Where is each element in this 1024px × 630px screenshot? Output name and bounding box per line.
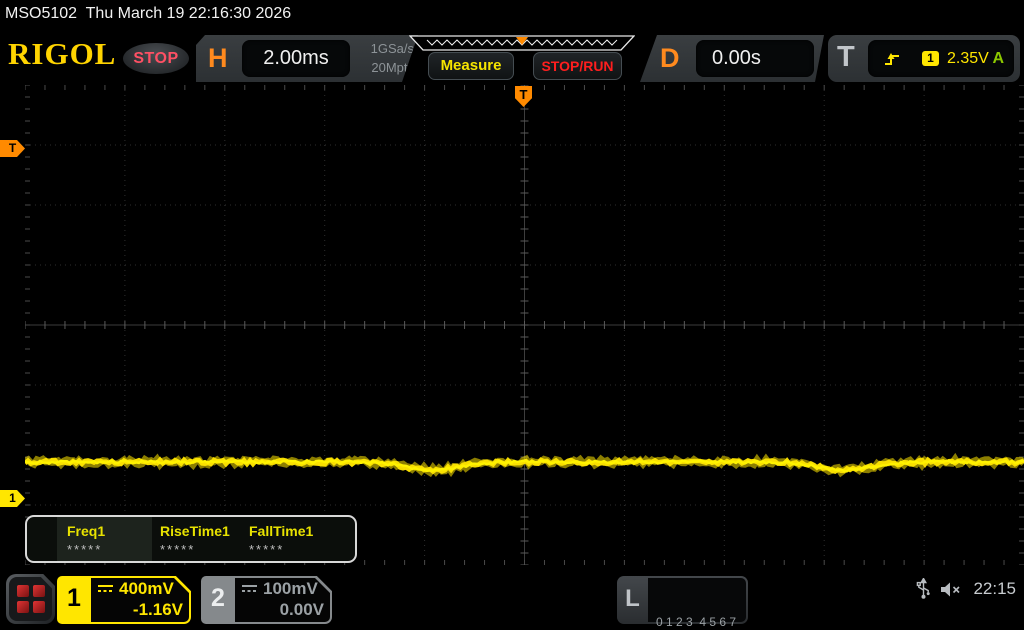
graticule-grid <box>25 85 1024 565</box>
trigger-info-box[interactable]: 1 2.35V A <box>868 40 1014 77</box>
header-bar: RIGOL STOP H 2.00ms 1GSa/s 20Mpts Measur… <box>0 30 1024 84</box>
channel1-offset: -1.16V <box>132 600 183 619</box>
model-and-datetime: MSO5102 Thu March 19 22:16:30 2026 <box>5 5 292 22</box>
horizontal-position-preview[interactable] <box>409 35 635 52</box>
trigger-level-marker[interactable]: T <box>0 140 25 157</box>
timebase-value: 2.00ms <box>263 47 329 69</box>
measurement-label: FallTime1 <box>249 523 314 539</box>
horizontal-label: H <box>208 43 228 73</box>
delay-widget[interactable]: D 0.00s <box>640 35 824 82</box>
rigol-logo: RIGOL <box>8 36 117 71</box>
system-clock: 22:15 <box>973 579 1016 598</box>
measurement-panel[interactable]: Freq1 ***** RiseTime1 ***** FallTime1 **… <box>25 515 357 563</box>
channel2-scale: 100mV <box>263 579 318 598</box>
measurement-falltime1[interactable]: FallTime1 ***** <box>249 517 341 561</box>
ch1-ground-marker[interactable]: 1 <box>0 490 25 507</box>
trigger-label: T <box>837 41 855 73</box>
delay-value: 0.00s <box>712 47 761 69</box>
quick-menu-button[interactable] <box>6 574 55 624</box>
grid-menu-icon <box>9 577 52 621</box>
measurement-value: ***** <box>249 542 285 557</box>
usb-icon <box>917 578 931 599</box>
channel1-badge[interactable]: 1 400mV -1.16V <box>57 576 191 624</box>
horizontal-settings-widget[interactable]: H 2.00ms 1GSa/s 20Mpts <box>196 35 418 82</box>
measurement-risetime1[interactable]: RiseTime1 ***** <box>160 517 250 561</box>
measurement-label: RiseTime1 <box>160 523 230 539</box>
logic-channel-list: 0 1 2 3 4 5 6 7 8 9 1011 12131415 <box>648 578 746 629</box>
rising-edge-icon <box>885 52 899 65</box>
measurement-label: Freq1 <box>67 523 106 539</box>
stop-run-button[interactable]: STOP/RUN <box>533 52 622 80</box>
logic-row1: 0 1 2 3 4 5 6 7 <box>656 615 737 629</box>
dc-coupling-icon <box>241 584 258 594</box>
acquisition-info: 1GSa/s 20Mpts <box>352 39 414 77</box>
measurement-freq1[interactable]: Freq1 ***** <box>57 517 152 561</box>
trigger-widget[interactable]: T 1 2.35V A <box>828 35 1020 82</box>
delay-box[interactable]: 0.00s <box>696 40 814 77</box>
channel2-number: 2 <box>201 576 235 624</box>
channel1-scale: 400mV <box>119 579 174 598</box>
dc-coupling-icon <box>97 584 114 594</box>
measurement-value: ***** <box>160 542 196 557</box>
channel1-number: 1 <box>57 576 91 624</box>
trigger-mode: A <box>992 50 1004 67</box>
logic-label: L <box>625 585 640 612</box>
measurement-value: ***** <box>67 542 103 557</box>
delay-label: D <box>660 43 680 73</box>
run-state-badge: STOP <box>123 43 189 74</box>
trigger-level-value: 2.35V <box>947 49 989 67</box>
memory-depth: 20Mpts <box>371 60 414 75</box>
sound-muted-icon <box>941 582 961 596</box>
channel2-badge[interactable]: 2 100mV 0.00V <box>201 576 332 624</box>
channel-status-bar: 1 400mV -1.16V 2 100mV 0.00V L 0 1 2 3 4… <box>0 565 1024 630</box>
sample-rate: 1GSa/s <box>370 41 414 56</box>
timebase-box[interactable]: 2.00ms <box>242 40 350 77</box>
channel2-offset: 0.00V <box>279 600 324 619</box>
waveform-display-area[interactable] <box>25 85 1024 565</box>
measure-button[interactable]: Measure <box>428 52 514 80</box>
trigger-source-badge: 1 <box>922 51 939 66</box>
logic-channels-badge[interactable]: L 0 1 2 3 4 5 6 7 8 9 1011 12131415 <box>617 576 748 629</box>
